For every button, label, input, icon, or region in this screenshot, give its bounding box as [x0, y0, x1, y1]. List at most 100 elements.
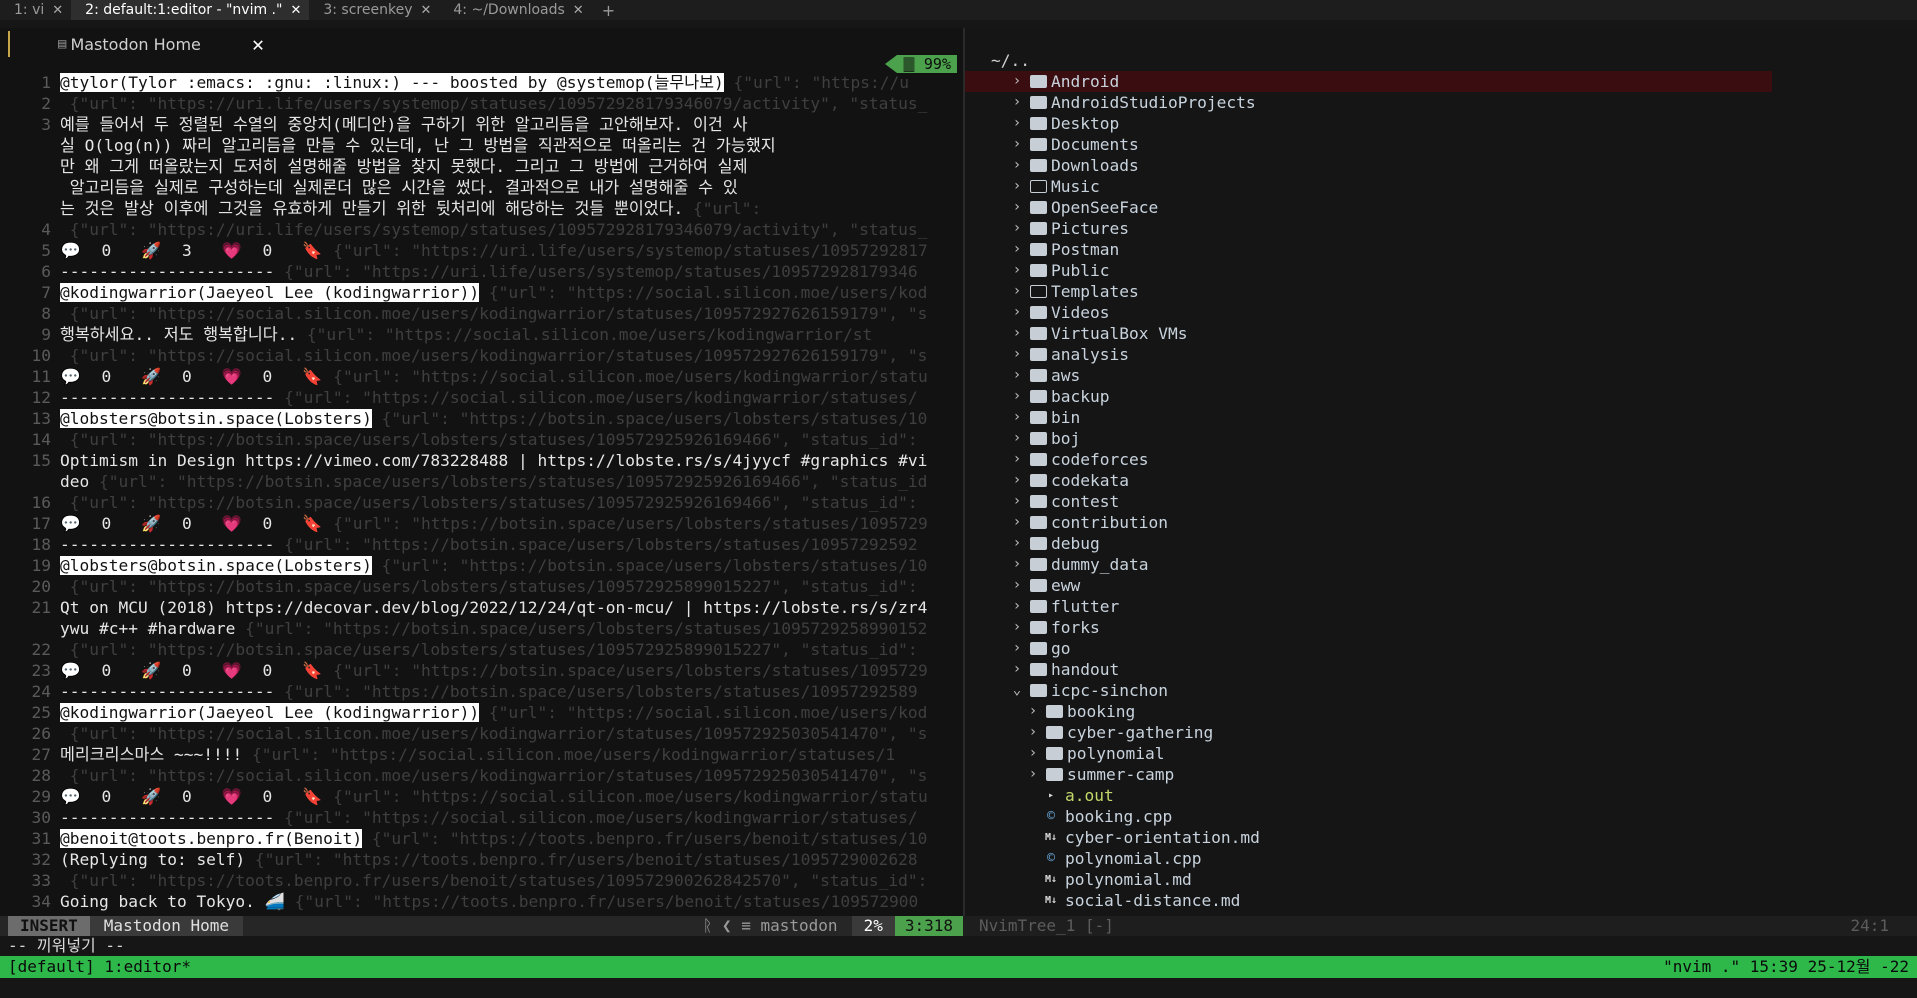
buffer-line[interactable]: 26 {"url": "https://social.silicon.moe/u… [0, 723, 963, 744]
chevron-right-icon[interactable]: › [1010, 407, 1024, 428]
buffer-line[interactable]: 23 💬 0 🚀 0 💗 0 🔖 {"url": "https://botsin.… [0, 660, 963, 681]
tree-item[interactable]: › contest [965, 491, 1917, 512]
buffer-line[interactable]: 27 메리크리스마스 ~~~!!!! {"url": "https://socia… [0, 744, 963, 765]
chevron-right-icon[interactable]: › [1026, 722, 1040, 743]
toot-author-header[interactable]: @benoit@toots.benpro.fr(Benoit) [58, 828, 364, 849]
tree-item[interactable]: › eww [965, 575, 1917, 596]
buffer-line[interactable]: deo {"url": "https://botsin.space/users/… [0, 471, 963, 492]
tmux-tab-1[interactable]: 1: vi ✕ [0, 0, 71, 20]
buffer-line[interactable]: 13 @lobsters@botsin.space(Lobsters) {"url… [0, 408, 963, 429]
chevron-right-icon[interactable]: › [1010, 218, 1024, 239]
buffer-line[interactable]: 8 {"url": "https://social.silicon.moe/us… [0, 303, 963, 324]
reply-icon[interactable]: 💬 [60, 513, 82, 534]
chevron-right-icon[interactable]: › [1010, 365, 1024, 386]
tree-item[interactable]: › analysis [965, 344, 1917, 365]
chevron-right-icon[interactable]: › [1010, 428, 1024, 449]
close-icon[interactable]: ✕ [252, 33, 264, 55]
buffer-line[interactable]: 는 것은 발상 이후에 그것을 유효하게 만들기 위한 뒷처리에 해당하는 것들… [0, 198, 963, 219]
bookmark-icon[interactable]: 🔖 [302, 660, 324, 681]
buffer-line[interactable]: 15 Optimism in Design https://vimeo.com/7… [0, 450, 963, 471]
tree-item[interactable]: ⌄ icpc-sinchon [965, 680, 1917, 701]
tmux-tab-3[interactable]: 3: screenkey ✕ [309, 0, 439, 20]
tree-item[interactable]: © polynomial.cpp [965, 848, 1917, 869]
chevron-right-icon[interactable]: › [1010, 281, 1024, 302]
toot-author-header[interactable]: @kodingwarrior(Jaeyeol Lee (kodingwarrio… [58, 702, 481, 723]
reply-icon[interactable]: 💬 [60, 660, 82, 681]
chevron-right-icon[interactable]: › [1010, 575, 1024, 596]
tree-item[interactable]: › handout [965, 659, 1917, 680]
buffer-line[interactable]: 29 💬 0 🚀 0 💗 0 🔖 {"url": "https://social.… [0, 786, 963, 807]
buffer-line[interactable]: 28 {"url": "https://social.silicon.moe/u… [0, 765, 963, 786]
chevron-right-icon[interactable]: › [1010, 617, 1024, 638]
boost-icon[interactable]: 🚀 [141, 366, 163, 387]
chevron-right-icon[interactable]: › [1010, 155, 1024, 176]
chevron-right-icon[interactable]: › [1010, 197, 1024, 218]
buffer-line[interactable]: 17 💬 0 🚀 0 💗 0 🔖 {"url": "https://botsin.… [0, 513, 963, 534]
tree-item[interactable]: › forks [965, 617, 1917, 638]
tree-item[interactable]: › Documents [965, 134, 1917, 155]
favourite-icon[interactable]: 💗 [221, 513, 243, 534]
tree-item[interactable]: › cyber-gathering [965, 722, 1917, 743]
chevron-right-icon[interactable]: › [1010, 323, 1024, 344]
chevron-right-icon[interactable]: › [1026, 743, 1040, 764]
file-tree-pane[interactable]: ~/.. › Android › AndroidStudioProjects › Desk… [963, 28, 1917, 916]
tree-item[interactable]: ▸ a.out [965, 785, 1917, 806]
tree-item[interactable]: › Downloads [965, 155, 1917, 176]
editor-pane[interactable]: ▤ Mastodon Home ✕ 🀫 99% 1 @tylor(Tylor :e… [0, 28, 963, 916]
buffer-line[interactable]: 24 ---------------------- {"url": "https:… [0, 681, 963, 702]
buffer-line[interactable]: 5 💬 0 🚀 3 💗 0 🔖 {"url": "https://uri.life… [0, 240, 963, 261]
command-line[interactable]: -- 끼워넣기 -- [8, 936, 125, 956]
chevron-right-icon[interactable]: › [1010, 491, 1024, 512]
buffer-line[interactable]: 10 {"url": "https://social.silicon.moe/u… [0, 345, 963, 366]
tree-item[interactable]: › booking [965, 701, 1917, 722]
tree-item[interactable]: › Pictures [965, 218, 1917, 239]
buffer-line[interactable]: 20 {"url": "https://botsin.space/users/l… [0, 576, 963, 597]
tree-item[interactable]: › Templates [965, 281, 1917, 302]
tree-item[interactable]: M↓ social-distance.md [965, 890, 1917, 911]
buffer-line[interactable]: 31 @benoit@toots.benpro.fr(Benoit) {"url"… [0, 828, 963, 849]
bookmark-icon[interactable]: 🔖 [302, 366, 324, 387]
boost-icon[interactable]: 🚀 [141, 513, 163, 534]
favourite-icon[interactable]: 💗 [221, 240, 243, 261]
chevron-right-icon[interactable]: › [1026, 764, 1040, 785]
chevron-right-icon[interactable]: › [1010, 302, 1024, 323]
chevron-right-icon[interactable]: › [1010, 533, 1024, 554]
chevron-right-icon[interactable]: › [1010, 71, 1024, 92]
reply-icon[interactable]: 💬 [60, 786, 82, 807]
buffer-line[interactable]: 만 왜 그게 떠올랐는지 도저히 설명해줄 방법을 찾지 못했다. 그리고 그 … [0, 156, 963, 177]
buffer-line[interactable]: 18 ---------------------- {"url": "https:… [0, 534, 963, 555]
close-icon[interactable]: ✕ [290, 3, 301, 18]
tree-item[interactable]: › contribution [965, 512, 1917, 533]
tree-items[interactable]: › Android › AndroidStudioProjects › Desktop › D… [965, 71, 1917, 911]
close-icon[interactable]: ✕ [52, 3, 63, 18]
tree-item[interactable]: › bin [965, 407, 1917, 428]
chevron-right-icon[interactable]: › [1010, 449, 1024, 470]
buffer-lines[interactable]: 1 @tylor(Tylor :emacs: :gnu: :linux:) ---… [0, 72, 963, 912]
close-icon[interactable]: ✕ [420, 3, 431, 18]
buffer-line[interactable]: 실 O(log(n)) 짜리 알고리듬을 만들 수 있는데, 난 그 방법을 직… [0, 135, 963, 156]
chevron-right-icon[interactable]: › [1010, 470, 1024, 491]
buffer-line[interactable]: 3 예를 들어서 두 정렬된 수열의 중앙치(메디안)을 구하기 위한 알고리듬을… [0, 114, 963, 135]
favourite-icon[interactable]: 💗 [221, 660, 243, 681]
tree-item[interactable]: M↓ polynomial.md [965, 869, 1917, 890]
chevron-right-icon[interactable]: › [1010, 113, 1024, 134]
tree-item[interactable]: › flutter [965, 596, 1917, 617]
chevron-down-icon[interactable]: ⌄ [1010, 680, 1024, 701]
buffer-line[interactable]: 25 @kodingwarrior(Jaeyeol Lee (kodingwarr… [0, 702, 963, 723]
tree-item[interactable]: › aws [965, 365, 1917, 386]
tree-item[interactable]: › dummy_data [965, 554, 1917, 575]
chevron-right-icon[interactable]: › [1010, 92, 1024, 113]
buffer-line[interactable]: 12 ---------------------- {"url": "https:… [0, 387, 963, 408]
tree-item[interactable]: › VirtualBox VMs [965, 323, 1917, 344]
chevron-right-icon[interactable]: › [1010, 554, 1024, 575]
tree-item[interactable]: › polynomial [965, 743, 1917, 764]
toot-author-header[interactable]: @kodingwarrior(Jaeyeol Lee (kodingwarrio… [58, 282, 481, 303]
toot-author-header[interactable]: @lobsters@botsin.space(Lobsters) [59, 408, 373, 429]
chevron-right-icon[interactable]: › [1010, 239, 1024, 260]
chevron-right-icon[interactable]: › [1010, 176, 1024, 197]
buffer-line[interactable]: 알고리듬을 실제로 구성하는데 실제론더 많은 시간을 썼다. 결과적으로 내가… [0, 177, 963, 198]
reply-icon[interactable]: 💬 [60, 366, 82, 387]
bookmark-icon[interactable]: 🔖 [302, 240, 324, 261]
new-tab-icon[interactable]: + [592, 1, 625, 20]
tmux-tab-4[interactable]: 4: ~/Downloads ✕ [439, 0, 591, 20]
